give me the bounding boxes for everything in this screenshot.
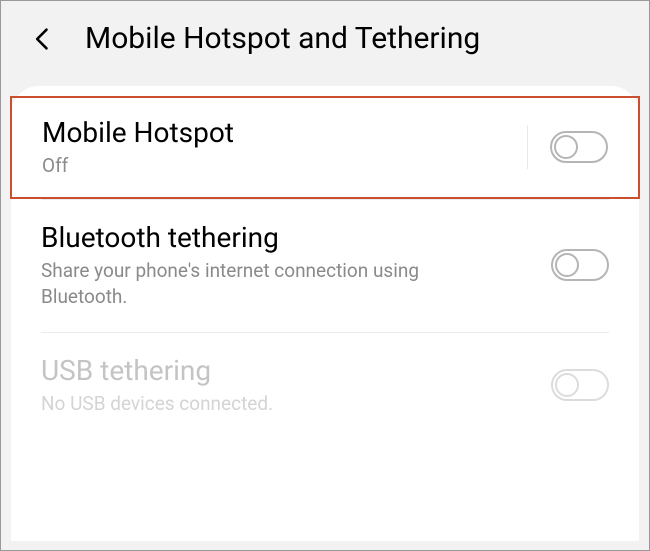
page-title: Mobile Hotspot and Tethering [85, 21, 480, 56]
setting-subtitle: Off [42, 153, 442, 179]
setting-mobile-hotspot[interactable]: Mobile Hotspot Off [10, 96, 640, 199]
setting-bluetooth-tethering[interactable]: Bluetooth tethering Share your phone's i… [11, 200, 639, 332]
toggle-wrap [551, 369, 609, 401]
toggle-knob [554, 135, 578, 159]
setting-subtitle: Share your phone's internet connection u… [41, 258, 441, 309]
back-icon[interactable] [29, 25, 57, 53]
divider-vertical [527, 125, 528, 169]
settings-card: Mobile Hotspot Off Bluetooth tethering S… [11, 86, 639, 541]
setting-text: Bluetooth tethering Share your phone's i… [41, 220, 551, 310]
toggle-wrap [527, 125, 608, 169]
setting-title: Mobile Hotspot [42, 115, 527, 151]
setting-title: Bluetooth tethering [41, 220, 551, 256]
toggle-knob [555, 373, 579, 397]
toggle-knob [555, 253, 579, 277]
setting-subtitle: No USB devices connected. [41, 391, 441, 417]
setting-title: USB tethering [41, 353, 551, 389]
header: Mobile Hotspot and Tethering [1, 1, 649, 86]
toggle-mobile-hotspot[interactable] [550, 131, 608, 163]
setting-text: Mobile Hotspot Off [42, 115, 527, 179]
toggle-bluetooth-tethering[interactable] [551, 249, 609, 281]
setting-text: USB tethering No USB devices connected. [41, 353, 551, 417]
toggle-usb-tethering [551, 369, 609, 401]
setting-usb-tethering: USB tethering No USB devices connected. [11, 333, 639, 439]
toggle-wrap [551, 249, 609, 281]
